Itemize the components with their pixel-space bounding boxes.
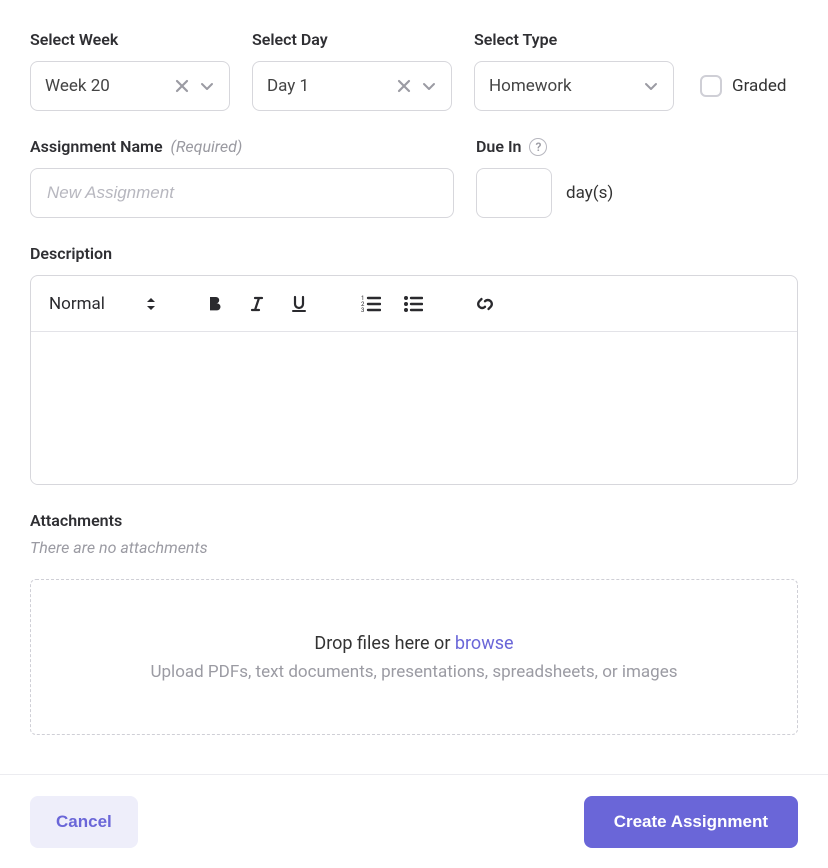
- create-assignment-button[interactable]: Create Assignment: [584, 796, 798, 848]
- chevron-down-icon: [199, 78, 215, 94]
- due-days-input[interactable]: [476, 168, 552, 218]
- attachments-label: Attachments: [30, 511, 798, 530]
- heading-picker-label: Normal: [49, 294, 105, 314]
- graded-checkbox[interactable]: [700, 75, 722, 97]
- dropzone-main-text: Drop files here or browse: [314, 633, 513, 654]
- editor-body[interactable]: [31, 332, 797, 484]
- attachments-empty-text: There are no attachments: [30, 538, 798, 557]
- help-icon[interactable]: ?: [529, 138, 547, 156]
- svg-text:3: 3: [361, 307, 364, 313]
- assignment-name-input[interactable]: [30, 168, 454, 218]
- due-label: Due In: [476, 137, 521, 156]
- chevron-down-icon: [643, 78, 659, 94]
- footer: Cancel Create Assignment: [0, 774, 828, 868]
- day-label: Select Day: [252, 30, 452, 49]
- file-dropzone[interactable]: Drop files here or browse Upload PDFs, t…: [30, 579, 798, 735]
- sort-icon: [145, 296, 157, 312]
- clear-icon[interactable]: [175, 79, 189, 93]
- dropzone-prefix: Drop files here or: [314, 633, 454, 654]
- unordered-list-button[interactable]: [399, 290, 427, 318]
- type-select-value: Homework: [489, 76, 633, 96]
- description-label: Description: [30, 244, 798, 263]
- day-select[interactable]: Day 1: [252, 61, 452, 111]
- name-label: Assignment Name (Required): [30, 137, 454, 156]
- dropzone-sub-text: Upload PDFs, text documents, presentatio…: [150, 662, 677, 682]
- chevron-down-icon: [421, 78, 437, 94]
- heading-picker[interactable]: Normal: [49, 294, 157, 314]
- cancel-button[interactable]: Cancel: [30, 796, 138, 848]
- name-label-text: Assignment Name: [30, 137, 163, 156]
- type-select[interactable]: Homework: [474, 61, 674, 111]
- due-label-wrap: Due In ?: [476, 137, 613, 156]
- day-select-value: Day 1: [267, 76, 387, 96]
- editor-toolbar: Normal: [31, 276, 797, 332]
- underline-button[interactable]: [285, 290, 313, 318]
- week-select[interactable]: Week 20: [30, 61, 230, 111]
- graded-label: Graded: [732, 76, 786, 96]
- due-suffix: day(s): [566, 183, 613, 203]
- type-label: Select Type: [474, 30, 674, 49]
- italic-button[interactable]: [243, 290, 271, 318]
- week-select-value: Week 20: [45, 76, 165, 96]
- link-button[interactable]: [471, 290, 499, 318]
- clear-icon[interactable]: [397, 79, 411, 93]
- browse-link[interactable]: browse: [455, 633, 514, 654]
- required-hint: (Required): [171, 137, 243, 156]
- bold-button[interactable]: [201, 290, 229, 318]
- week-label: Select Week: [30, 30, 230, 49]
- ordered-list-button[interactable]: 123: [357, 290, 385, 318]
- rich-text-editor: Normal: [30, 275, 798, 485]
